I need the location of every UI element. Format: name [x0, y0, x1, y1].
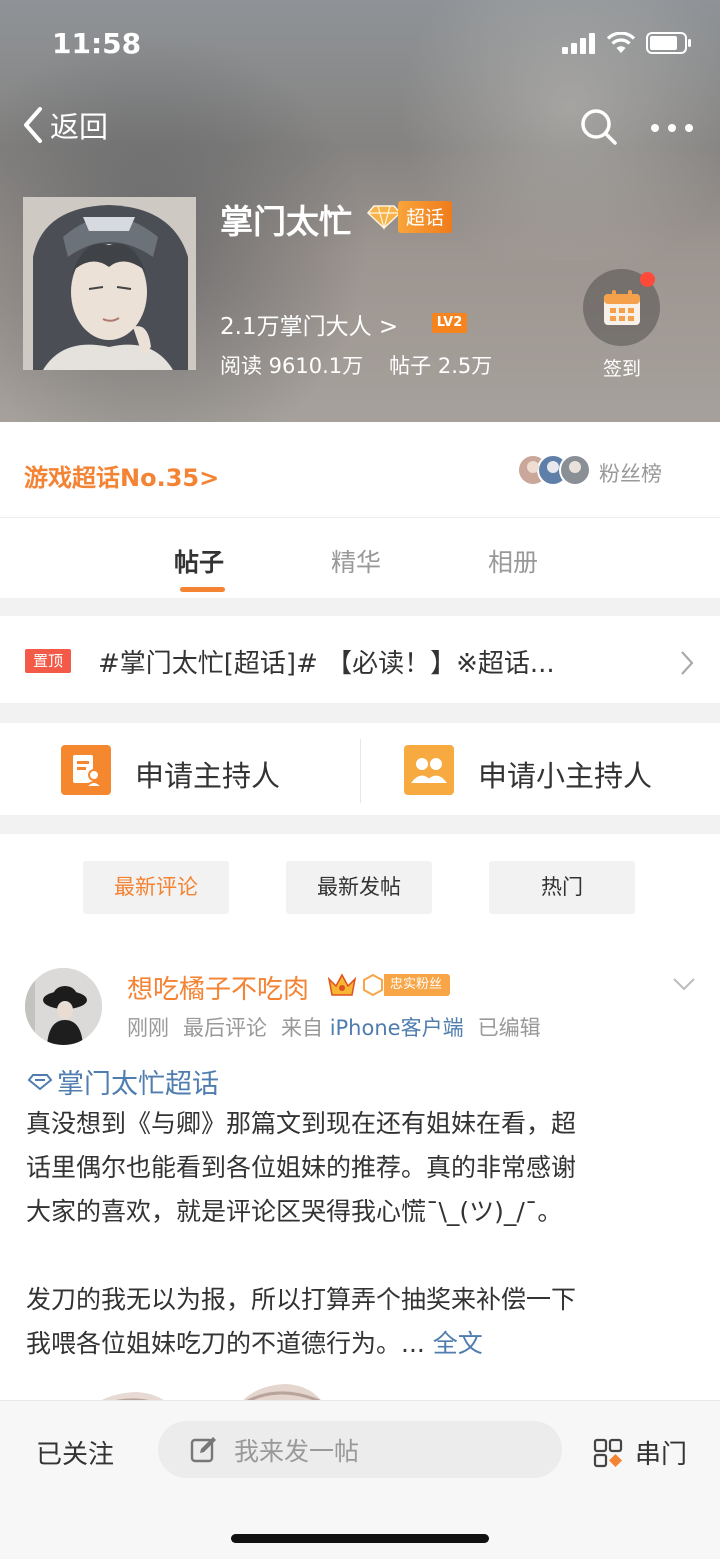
post-body[interactable]: 真没想到《与卿》那篇文到现在还有姐妹在看，超 话里偶尔也能看到各位姐妹的推荐。真…	[26, 1102, 698, 1366]
host-application-row: 申请主持人 申请小主持人	[0, 723, 720, 815]
topic-name: 掌门太忙	[220, 202, 352, 241]
section-divider	[0, 598, 720, 616]
post-card: 想吃橘子不吃肉 忠实粉丝 刚刚 最后评论 来自 iPhone客户端 已编辑 掌门…	[0, 944, 720, 1434]
battery-icon	[646, 32, 691, 54]
post-line	[26, 1234, 698, 1278]
post-line: 真没想到《与卿》那篇文到现在还有姐妹在看，超	[26, 1109, 577, 1138]
calendar-icon	[603, 289, 640, 325]
chevron-down-icon[interactable]	[672, 977, 696, 991]
sort-latest-post[interactable]: 最新发帖	[286, 861, 432, 914]
post-line: 大家的喜欢，就是评论区哭得我心慌¯\_(ツ)_/¯。	[26, 1197, 563, 1226]
host-divider	[360, 739, 361, 803]
post-edited: 已编辑	[477, 1016, 541, 1040]
diamond-outline-icon	[27, 1073, 53, 1090]
post-from: 来自	[281, 1016, 323, 1040]
checkin-notification-dot	[640, 272, 655, 287]
sort-hot[interactable]: 热门	[489, 861, 635, 914]
more-dots-icon	[651, 124, 693, 132]
author-avatar[interactable]	[25, 968, 102, 1045]
pinned-text: #掌门太忙[超话]# 【必读！】※超话...	[98, 649, 555, 679]
topic-avatar	[23, 197, 196, 370]
chevron-left-icon	[24, 107, 42, 143]
status-icons	[562, 32, 692, 54]
super-topic-link-label: 掌门太忙超话	[57, 1069, 219, 1100]
chevron-right-icon	[681, 651, 694, 675]
post-time: 刚刚	[127, 1016, 169, 1040]
level-badge: LV2	[432, 313, 467, 333]
post-source[interactable]: iPhone客户端	[330, 1016, 464, 1040]
post-meta: 刚刚 最后评论 来自 iPhone客户端 已编辑	[127, 1012, 541, 1042]
content-tabs: 帖子 精华 相册	[0, 518, 720, 598]
tab-featured[interactable]: 精华	[331, 543, 381, 579]
sort-options: 最新评论 最新发帖 热门	[0, 834, 720, 944]
super-topic-label: 超话	[398, 201, 453, 233]
section-divider	[0, 703, 720, 723]
checkin-label: 签到	[603, 358, 642, 380]
sort-latest-comment[interactable]: 最新评论	[83, 861, 229, 914]
signal-icon	[562, 33, 595, 54]
apply-sub-host-icon[interactable]	[404, 745, 454, 795]
game-rank-link[interactable]: 游戏超话No.35>	[24, 458, 219, 493]
super-topic-link[interactable]: 掌门太忙超话	[27, 1062, 219, 1101]
back-label: 返回	[50, 110, 109, 144]
post-action: 最后评论	[183, 1016, 267, 1040]
post-line: 发刀的我无以为报，所以打算弄个抽奖来补偿一下	[26, 1285, 577, 1314]
grid-apps-icon	[593, 1438, 623, 1467]
post-count: 帖子 2.5万	[389, 354, 493, 378]
read-more-link[interactable]: 全文	[433, 1329, 483, 1358]
apply-host-button[interactable]: 申请主持人	[135, 753, 280, 795]
more-button[interactable]	[650, 118, 694, 137]
document-user-icon	[73, 755, 102, 787]
pinned-post[interactable]: 置顶 #掌门太忙[超话]# 【必读！】※超话...	[0, 616, 720, 703]
apply-host-icon[interactable]	[61, 745, 111, 795]
group-icon	[411, 758, 447, 783]
home-indicator	[231, 1534, 489, 1543]
back-button[interactable]: 返回	[22, 104, 108, 146]
character-portrait-icon	[23, 197, 196, 370]
bottom-toolbar: 已关注 我来发一帖 串门	[0, 1400, 720, 1559]
diamond-icon	[366, 205, 402, 230]
topic-stats: 阅读 9610.1万 帖子 2.5万	[220, 350, 492, 380]
fan-badge: 忠实粉丝	[362, 974, 451, 996]
read-count: 阅读 9610.1万	[220, 354, 364, 378]
topic-header: 11:58 返回 掌门太忙 超话 2.1万掌门大人 > LV2 阅读 9610.…	[0, 0, 720, 422]
members-link[interactable]: 2.1万掌门大人 >	[220, 307, 398, 341]
search-button[interactable]	[579, 107, 619, 151]
browse-topics-button[interactable]: 串门	[593, 1434, 687, 1471]
apply-sub-host-button[interactable]: 申请小主持人	[478, 753, 652, 795]
status-time: 11:58	[52, 27, 142, 60]
rank-row: 游戏超话No.35> 粉丝榜	[0, 422, 720, 518]
super-topic-badge: 超话	[366, 201, 453, 233]
active-tab-indicator	[180, 587, 225, 592]
crown-icon	[327, 973, 357, 996]
browse-topics-label: 串门	[635, 1440, 688, 1470]
followed-button[interactable]: 已关注	[36, 1434, 114, 1471]
fan-badge-label: 忠实粉丝	[384, 974, 451, 996]
pinned-tag: 置顶	[25, 649, 71, 673]
fan-level-icon	[363, 974, 383, 996]
user-photo-icon	[25, 968, 102, 1045]
fans-avatars-icon[interactable]	[516, 453, 596, 487]
author-name[interactable]: 想吃橘子不吃肉	[127, 969, 309, 1006]
post-line: 我喂各位姐妹吃刀的不道德行为。...	[26, 1329, 433, 1358]
search-icon	[581, 109, 617, 145]
tab-posts[interactable]: 帖子	[174, 543, 224, 579]
edit-icon	[190, 1436, 216, 1462]
compose-input[interactable]: 我来发一帖	[158, 1421, 562, 1478]
section-divider	[0, 815, 720, 834]
compose-placeholder: 我来发一帖	[234, 1436, 360, 1466]
tab-album[interactable]: 相册	[488, 543, 538, 579]
wifi-icon	[606, 32, 636, 53]
post-line: 话里偶尔也能看到各位姐妹的推荐。真的非常感谢	[26, 1153, 577, 1182]
fans-leaderboard-label[interactable]: 粉丝榜	[599, 458, 662, 488]
